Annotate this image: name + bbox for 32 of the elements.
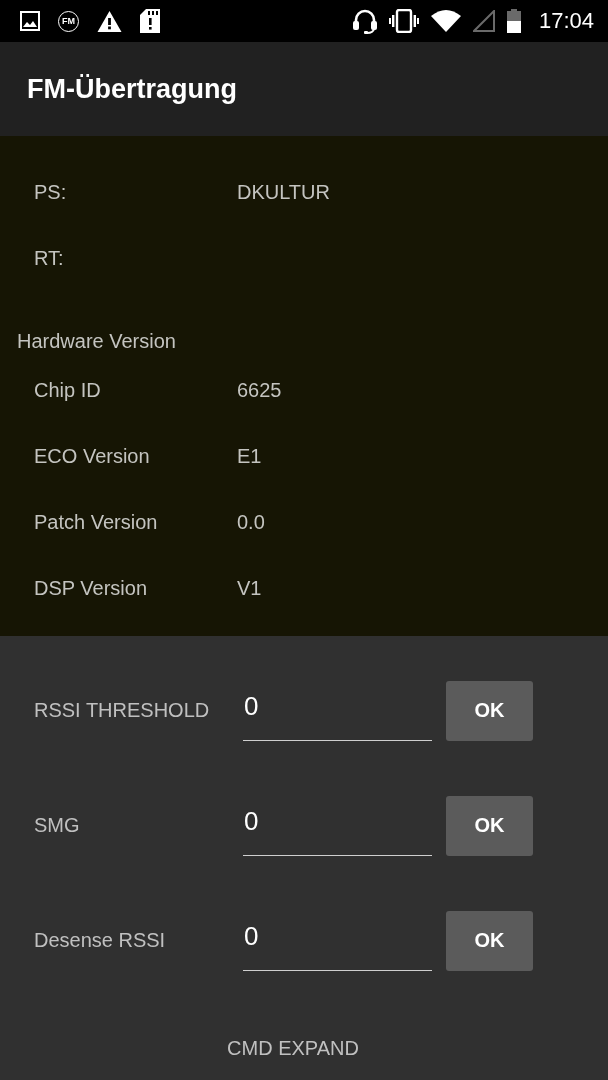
- cmd-expand-button[interactable]: CMD EXPAND: [219, 1025, 367, 1072]
- sd-card-icon: [140, 9, 160, 33]
- ok-button[interactable]: OK: [446, 680, 533, 741]
- screen-title: FM-Übertragung: [27, 73, 237, 105]
- input-field[interactable]: 0: [243, 795, 432, 856]
- wifi-icon: [430, 10, 461, 32]
- field-value: 0.0: [237, 510, 265, 534]
- field-label: ECO Version: [34, 444, 150, 467]
- headset-icon: [352, 8, 377, 34]
- setting-label: Desense RSSI: [34, 929, 166, 951]
- signal-icon: [472, 10, 495, 32]
- field-value: DKULTUR: [237, 180, 330, 204]
- field-label: RT:: [34, 246, 64, 269]
- field-value: 6625: [237, 378, 282, 402]
- field-label: Chip ID: [34, 378, 101, 401]
- ok-button[interactable]: OK: [446, 910, 533, 971]
- warning-icon: [97, 10, 122, 32]
- image-icon: [20, 11, 40, 31]
- field-label: Patch Version: [34, 510, 158, 533]
- field-label: DSP Version: [34, 576, 148, 599]
- setting-label: RSSI THRESHOLD: [34, 699, 210, 721]
- field-label: PS:: [34, 180, 67, 203]
- battery-icon: [506, 9, 521, 33]
- section-header: Hardware Version: [17, 329, 176, 353]
- vibrate-icon: [388, 9, 419, 33]
- clock-time: 17:04: [538, 8, 594, 34]
- setting-label: SMG: [34, 814, 80, 836]
- input-field[interactable]: 0: [243, 680, 432, 741]
- ok-button[interactable]: OK: [446, 795, 533, 856]
- field-value: E1: [237, 444, 262, 468]
- input-field[interactable]: 0: [243, 910, 432, 971]
- field-value: V1: [237, 576, 262, 600]
